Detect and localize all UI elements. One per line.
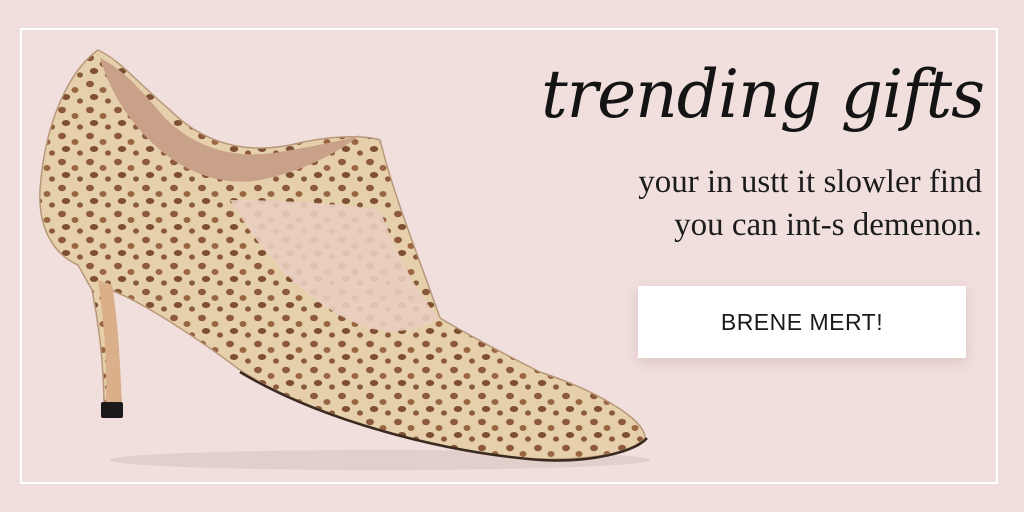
headline: trending gifts (541, 56, 985, 133)
subheading-line-1: your in ustt it slowler find (638, 164, 982, 200)
cta-button[interactable]: BRENE MERT! (638, 286, 966, 358)
subheading-line-2: you can int-s demenon. (674, 207, 982, 243)
promo-banner: trending gifts your in ustt it slowler f… (0, 0, 1024, 512)
